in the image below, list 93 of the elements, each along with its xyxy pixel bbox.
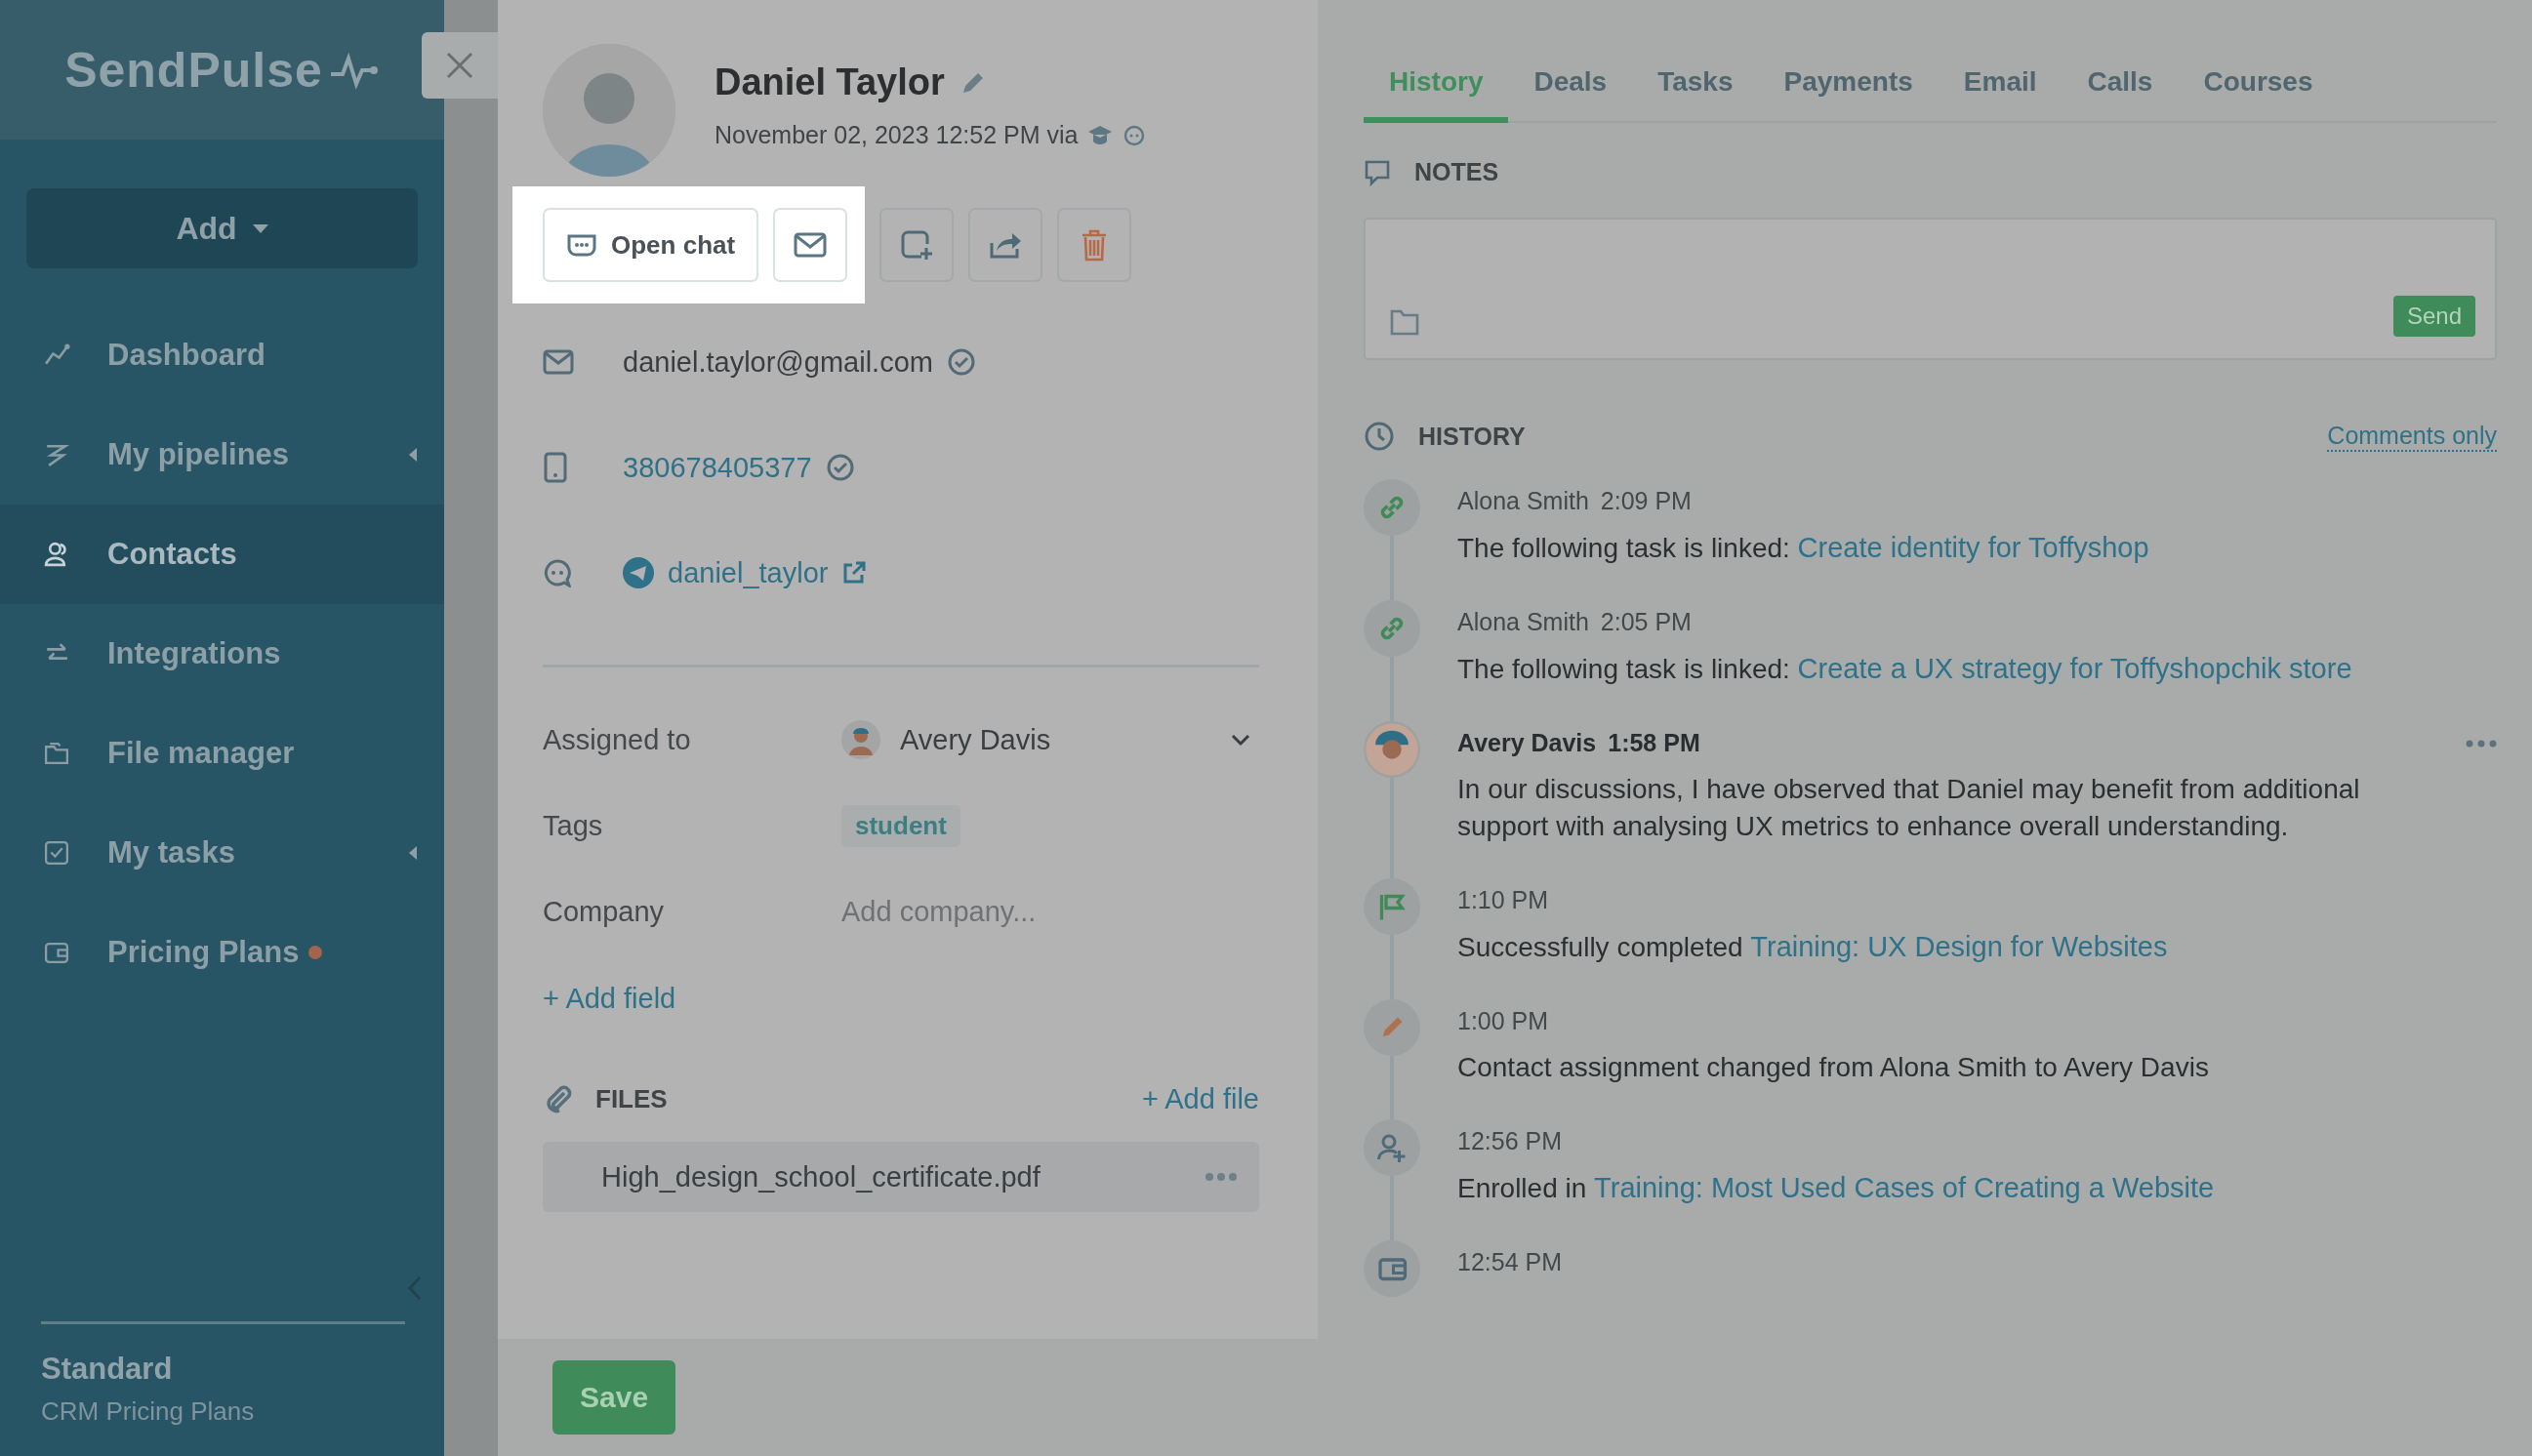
tab[interactable]: History (1364, 59, 1509, 123)
sidebar-item[interactable]: Integrations (0, 604, 444, 704)
entry-time: 12:56 PM (1457, 1126, 1562, 1155)
task-link[interactable]: Create identity for Toffyshop (1797, 532, 2149, 563)
sidebar-item[interactable]: Pricing Plans (0, 903, 444, 1002)
envelope-icon (543, 349, 574, 375)
entry-time: 2:05 PM (1600, 608, 1692, 637)
add-square-icon (900, 229, 934, 261)
delete-button[interactable] (1057, 208, 1132, 282)
graduation-cap-icon (1087, 123, 1114, 147)
share-button[interactable] (968, 208, 1043, 282)
add-field-link[interactable]: + Add field (543, 982, 676, 1015)
author-name: Alona Smith (1457, 608, 1589, 637)
task-link[interactable]: Training: UX Design for Websites (1750, 930, 2168, 962)
entry-time: 1:10 PM (1457, 885, 1549, 914)
notes-heading: NOTES (1414, 158, 1499, 186)
plan-name: Standard (41, 1352, 174, 1387)
entry-time: 12:54 PM (1457, 1247, 1562, 1276)
entry-time: 1:58 PM (1608, 729, 1700, 758)
tab[interactable]: Payments (1758, 59, 1939, 123)
telegram-icon (623, 557, 654, 588)
folder-icon (43, 740, 70, 767)
chat-bubble-icon (566, 232, 597, 258)
add-task-button[interactable] (879, 208, 955, 282)
contact-name: Daniel Taylor (715, 61, 945, 103)
sidebar-item[interactable]: My tasks (0, 803, 444, 903)
more-icon[interactable] (1205, 1172, 1238, 1182)
sidebar-item[interactable]: My pipelines (0, 405, 444, 505)
verified-check-icon (946, 347, 976, 377)
notes-field[interactable]: Send (1364, 218, 2497, 360)
field-label: Company (543, 895, 666, 928)
field-label: Tags (543, 809, 604, 842)
entry-time: 1:00 PM (1457, 1007, 1549, 1035)
avatar-silhouette (841, 720, 880, 759)
avatar-silhouette (1364, 721, 1420, 779)
author-name: Alona Smith (1457, 487, 1589, 515)
chevron-down-icon[interactable] (1230, 733, 1251, 747)
close-button[interactable] (422, 32, 498, 99)
entry-text: Enrolled in Training: Most Used Cases of Creating a Website (1457, 1170, 2216, 1205)
history-heading: HISTORY (1418, 422, 1526, 451)
files-heading: FILES (595, 1083, 668, 1114)
clock-icon (1364, 421, 1395, 452)
folder-icon[interactable] (1389, 307, 1420, 337)
expand-arrow-icon (409, 448, 417, 462)
author-name: Avery Davis (1457, 729, 1597, 758)
close-icon (445, 51, 474, 80)
chat-icon (1123, 123, 1147, 147)
assignee-name[interactable]: Avery Davis (900, 723, 1051, 756)
tab[interactable]: Email (1938, 59, 2062, 123)
task-link[interactable]: Training: Most Used Cases of Creating a Website (1594, 1171, 2215, 1203)
expand-arrow-icon (409, 846, 417, 860)
add-file-link[interactable]: + Add file (1141, 1082, 1259, 1115)
send-button[interactable]: Send (2392, 296, 2475, 337)
verified-check-icon (825, 453, 855, 482)
notification-dot (308, 946, 323, 959)
email-button[interactable] (773, 208, 848, 282)
email-address: daniel.taylor@gmail.com (623, 345, 933, 379)
plan-subtitle[interactable]: CRM Pricing Plans (41, 1396, 403, 1427)
phone-link[interactable]: 380678405377 (623, 451, 812, 484)
logo-text: SendPulse (64, 41, 323, 99)
entry-text: In our discussions, I have observed that Daniel may benefit from additional support with analysing UX metrics to enhance overall understanding. (1457, 773, 2361, 844)
telegram-link[interactable]: daniel_taylor (668, 556, 829, 589)
entry-text: Contact assignment changed from Alona Smith to Avery Davis (1457, 1051, 2210, 1084)
entry-time: 2:09 PM (1600, 487, 1692, 515)
save-button[interactable]: Save (552, 1360, 676, 1435)
add-button[interactable]: Add (26, 188, 418, 268)
tab[interactable]: Tasks (1632, 59, 1759, 123)
phone-icon (543, 452, 568, 483)
comment-icon (1364, 158, 1391, 186)
open-chat-button[interactable]: Open chat (543, 208, 759, 282)
envelope-icon (794, 232, 828, 258)
check-icon (43, 839, 70, 867)
comments-only-link[interactable]: Comments only (2327, 421, 2497, 452)
file-row[interactable]: High_design_school_certificate.pdf (543, 1142, 1259, 1212)
file-name: High_design_school_certificate.pdf (601, 1160, 1041, 1193)
more-icon[interactable] (2466, 738, 2497, 748)
task-link[interactable]: Create a UX strategy for Toffyshopchik store (1797, 653, 2352, 685)
entry-text: Successfully completed Training: UX Design for Websites (1457, 929, 2169, 964)
entry-text: The following task is linked: Create a UX strategy for Toffyshopchik store (1457, 652, 2353, 687)
sidebar-item[interactable]: File manager (0, 704, 444, 803)
entry-text: The following task is linked: Create identity for Toffyshop (1457, 531, 2150, 565)
field-label: Assigned to (543, 723, 692, 756)
tag[interactable]: student (841, 804, 960, 847)
sidebar-item[interactable]: Contacts (0, 505, 444, 604)
created-date: November 02, 2023 12:52 PM via (715, 121, 1079, 149)
sidebar-item[interactable]: Dashboard (0, 305, 444, 405)
company-input-field[interactable]: Add company... (841, 895, 1232, 928)
tab[interactable]: Deals (1508, 59, 1633, 123)
trash-icon (1081, 228, 1109, 262)
tab[interactable]: Calls (2062, 59, 2179, 123)
tab[interactable]: Courses (2178, 59, 2339, 123)
external-link-icon[interactable] (841, 560, 868, 586)
chat-icon (543, 558, 572, 587)
